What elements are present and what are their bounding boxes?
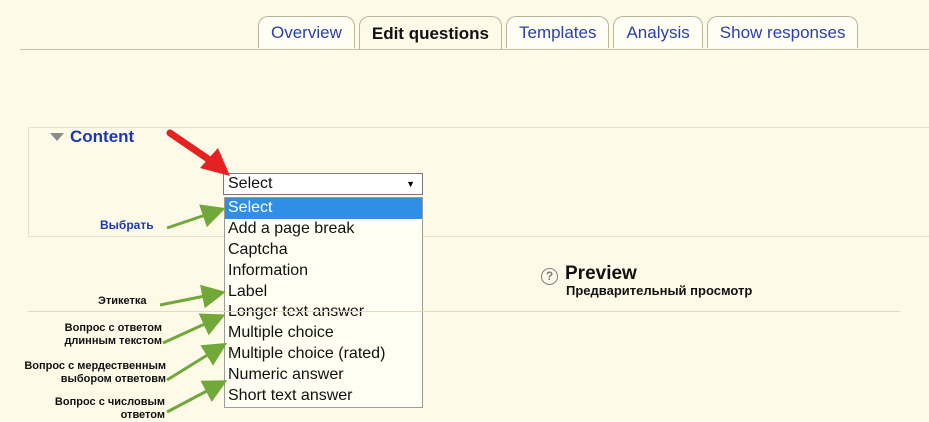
option-information[interactable]: Information bbox=[225, 261, 422, 282]
content-fieldset bbox=[28, 127, 929, 237]
preview-divider bbox=[28, 311, 900, 312]
dropdown-arrow-icon: ▼ bbox=[406, 179, 415, 189]
tab-templates[interactable]: Templates bbox=[505, 16, 610, 48]
annotation-label: Этикетка bbox=[98, 295, 147, 307]
option-short-text-answer[interactable]: Short text answer bbox=[225, 386, 422, 407]
tab-underline bbox=[20, 49, 929, 50]
arrow-to-longer-text bbox=[162, 313, 226, 345]
help-icon[interactable]: ? bbox=[541, 268, 558, 285]
question-type-dropdown-list: Select Add a page break Captcha Informat… bbox=[224, 197, 423, 408]
select-value: Select bbox=[228, 175, 273, 192]
option-multiple-choice[interactable]: Multiple choice bbox=[225, 323, 422, 344]
option-multiple-choice-rated[interactable]: Multiple choice (rated) bbox=[225, 344, 422, 365]
preview-title: Preview bbox=[565, 263, 637, 284]
arrow-to-rated bbox=[166, 342, 228, 382]
arrow-to-label bbox=[159, 284, 226, 309]
annotation-rated: Вопрос с мердественным выбором ответовм bbox=[24, 360, 166, 385]
annotation-longer-text: Вопрос с ответом длинным текстом bbox=[64, 322, 162, 347]
collapse-triangle-icon bbox=[50, 133, 64, 141]
annotation-numeric: Вопрос с числовым ответом bbox=[54, 396, 165, 421]
tab-analysis[interactable]: Analysis bbox=[613, 16, 703, 48]
tab-bar: Overview Edit questions Templates Analys… bbox=[258, 16, 862, 50]
option-add-page-break[interactable]: Add a page break bbox=[225, 219, 422, 240]
preview-subtitle: Предварительный просмотр bbox=[566, 283, 753, 298]
option-longer-text-answer[interactable]: Longer text answer bbox=[225, 302, 422, 323]
tab-overview[interactable]: Overview bbox=[258, 16, 355, 48]
tab-show-responses[interactable]: Show responses bbox=[706, 16, 859, 48]
question-type-select[interactable]: Select ▼ bbox=[223, 173, 423, 195]
option-select[interactable]: Select bbox=[225, 198, 422, 219]
option-numeric-answer[interactable]: Numeric answer bbox=[225, 365, 422, 386]
content-section-toggle[interactable]: Content bbox=[50, 127, 134, 147]
annotation-select: Выбрать bbox=[100, 218, 154, 232]
option-label[interactable]: Label bbox=[225, 282, 422, 303]
option-captcha[interactable]: Captcha bbox=[225, 240, 422, 261]
arrow-to-numeric bbox=[166, 380, 228, 414]
content-legend-label: Content bbox=[70, 127, 135, 146]
tab-edit-questions[interactable]: Edit questions bbox=[358, 16, 502, 50]
